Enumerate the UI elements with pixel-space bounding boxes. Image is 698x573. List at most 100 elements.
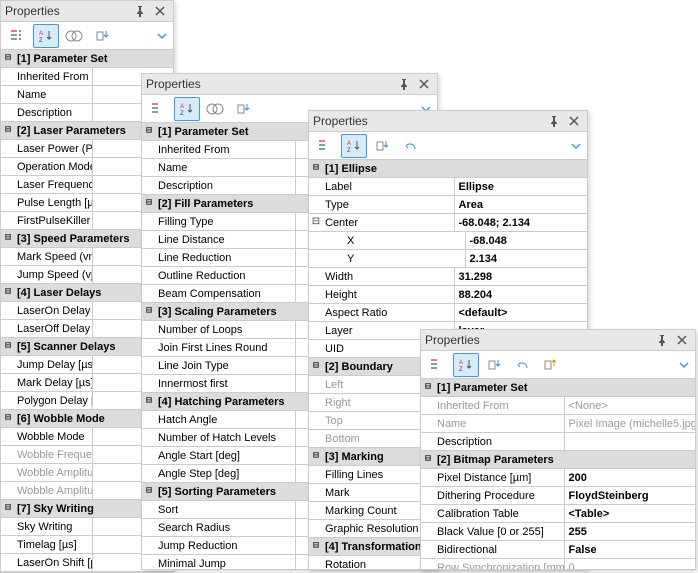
- property-value[interactable]: Pixel Image (michelle5.jpg): [565, 415, 696, 432]
- property-name: Pixel Distance [µm]: [435, 469, 565, 486]
- property-row[interactable]: LabelEllipse: [309, 178, 587, 196]
- collapse-icon[interactable]: ⊟: [1, 288, 15, 298]
- section-header[interactable]: ⊟[1] Parameter Set: [1, 50, 173, 68]
- property-value[interactable]: 0: [565, 559, 696, 569]
- categorized-button[interactable]: [425, 353, 451, 377]
- collapse-icon[interactable]: ⊟: [142, 307, 156, 317]
- collapse-icon[interactable]: ⊟: [309, 362, 323, 372]
- collapse-icon[interactable]: ⊟: [1, 414, 15, 424]
- import-button[interactable]: [481, 353, 507, 377]
- section-header[interactable]: ⊟[1] Ellipse: [309, 160, 587, 178]
- categorized-button[interactable]: [313, 134, 339, 158]
- property-row[interactable]: X-68.048: [309, 232, 587, 250]
- collapse-icon[interactable]: ⊟: [1, 54, 15, 64]
- property-value[interactable]: Area: [455, 196, 588, 213]
- property-name: Angle Start [deg]: [156, 447, 296, 464]
- link-button[interactable]: [61, 24, 87, 48]
- collapse-icon[interactable]: ⊟: [309, 542, 323, 552]
- property-name: Join First Lines Round: [156, 339, 296, 356]
- section-header[interactable]: ⊟[1] Parameter Set: [421, 379, 695, 397]
- collapse-icon[interactable]: ⊟: [142, 127, 156, 137]
- property-value[interactable]: 88.204: [455, 286, 588, 303]
- svg-text:Z: Z: [39, 38, 43, 43]
- import-button[interactable]: [369, 134, 395, 158]
- property-value[interactable]: <Table>: [565, 505, 696, 522]
- pin-icon[interactable]: [545, 113, 563, 129]
- property-value[interactable]: 200: [565, 469, 696, 486]
- section-header[interactable]: ⊟[2] Bitmap Parameters: [421, 451, 695, 469]
- property-value[interactable]: False: [565, 541, 696, 558]
- collapse-icon[interactable]: ⊟: [421, 455, 435, 465]
- property-row[interactable]: Aspect Ratio<default>: [309, 304, 587, 322]
- property-value[interactable]: 255: [565, 523, 696, 540]
- property-name: Innermost first: [156, 375, 296, 392]
- collapse-icon[interactable]: ⊟: [309, 452, 323, 462]
- property-row[interactable]: Width31.298: [309, 268, 587, 286]
- panel-header[interactable]: Properties: [421, 330, 695, 351]
- property-row[interactable]: NamePixel Image (michelle5.jpg): [421, 415, 695, 433]
- undo-button[interactable]: [397, 134, 423, 158]
- property-value[interactable]: <default>: [455, 304, 588, 321]
- property-value[interactable]: [565, 433, 696, 450]
- property-row[interactable]: ⊟Center-68.048; 2.134: [309, 214, 587, 232]
- close-icon[interactable]: [673, 332, 691, 348]
- collapse-icon[interactable]: ⊟: [142, 199, 156, 209]
- property-row[interactable]: Inherited From<None>: [421, 397, 695, 415]
- property-value[interactable]: 31.298: [455, 268, 588, 285]
- property-row[interactable]: Calibration Table<Table>: [421, 505, 695, 523]
- property-row[interactable]: Pixel Distance [µm]200: [421, 469, 695, 487]
- property-name: Label: [323, 178, 455, 195]
- property-name: Wobble Amplitude Longitudinal: [15, 464, 93, 481]
- property-name: Calibration Table: [435, 505, 565, 522]
- property-row[interactable]: TypeArea: [309, 196, 587, 214]
- import-button[interactable]: [89, 24, 115, 48]
- collapse-icon[interactable]: ⊟: [309, 218, 323, 228]
- property-value[interactable]: Ellipse: [455, 178, 588, 195]
- property-value[interactable]: <None>: [565, 397, 696, 414]
- dropdown-arrow-icon[interactable]: [677, 353, 691, 377]
- property-value[interactable]: 2.134: [466, 250, 588, 267]
- panel-header[interactable]: Properties: [309, 111, 587, 132]
- property-value[interactable]: -68.048: [466, 232, 588, 249]
- pin-icon[interactable]: [131, 3, 149, 19]
- panel-header[interactable]: Properties: [1, 1, 173, 22]
- property-value[interactable]: FloydSteinberg: [565, 487, 696, 504]
- collapse-icon[interactable]: ⊟: [309, 164, 323, 174]
- dropdown-arrow-icon[interactable]: [155, 24, 169, 48]
- pin-icon[interactable]: [395, 76, 413, 92]
- property-row[interactable]: Dithering ProcedureFloydSteinberg: [421, 487, 695, 505]
- import-button[interactable]: [230, 97, 256, 121]
- property-row[interactable]: Black Value [0 or 255]255: [421, 523, 695, 541]
- pin-icon[interactable]: [653, 332, 671, 348]
- property-row[interactable]: Height88.204: [309, 286, 587, 304]
- alphabetical-button[interactable]: AZ: [341, 134, 367, 158]
- property-grid[interactable]: ⊟[1] Parameter SetInherited From<None>Na…: [421, 379, 695, 569]
- undo-button[interactable]: [509, 353, 535, 377]
- property-name: Wobble Amplitude Transversal: [15, 482, 93, 499]
- alphabetical-button[interactable]: AZ: [33, 24, 59, 48]
- alphabetical-button[interactable]: AZ: [174, 97, 200, 121]
- property-value[interactable]: -68.048; 2.134: [455, 214, 588, 231]
- close-icon[interactable]: [151, 3, 169, 19]
- collapse-icon[interactable]: ⊟: [142, 397, 156, 407]
- collapse-icon[interactable]: ⊟: [1, 504, 15, 514]
- close-icon[interactable]: [565, 113, 583, 129]
- property-row[interactable]: Row Synchronization [mm]0: [421, 559, 695, 569]
- close-icon[interactable]: [415, 76, 433, 92]
- export-button[interactable]: [537, 353, 563, 377]
- collapse-icon[interactable]: ⊟: [1, 342, 15, 352]
- collapse-icon[interactable]: ⊟: [421, 383, 435, 393]
- property-row[interactable]: Y2.134: [309, 250, 587, 268]
- collapse-icon[interactable]: ⊟: [142, 487, 156, 497]
- property-row[interactable]: Description: [421, 433, 695, 451]
- dropdown-arrow-icon[interactable]: [569, 134, 583, 158]
- categorized-button[interactable]: [146, 97, 172, 121]
- property-name: Search Radius: [156, 519, 296, 536]
- collapse-icon[interactable]: ⊟: [1, 234, 15, 244]
- collapse-icon[interactable]: ⊟: [1, 126, 15, 136]
- property-row[interactable]: BidirectionalFalse: [421, 541, 695, 559]
- link-button[interactable]: [202, 97, 228, 121]
- categorized-button[interactable]: [5, 24, 31, 48]
- alphabetical-button[interactable]: AZ: [453, 353, 479, 377]
- panel-header[interactable]: Properties: [142, 74, 437, 95]
